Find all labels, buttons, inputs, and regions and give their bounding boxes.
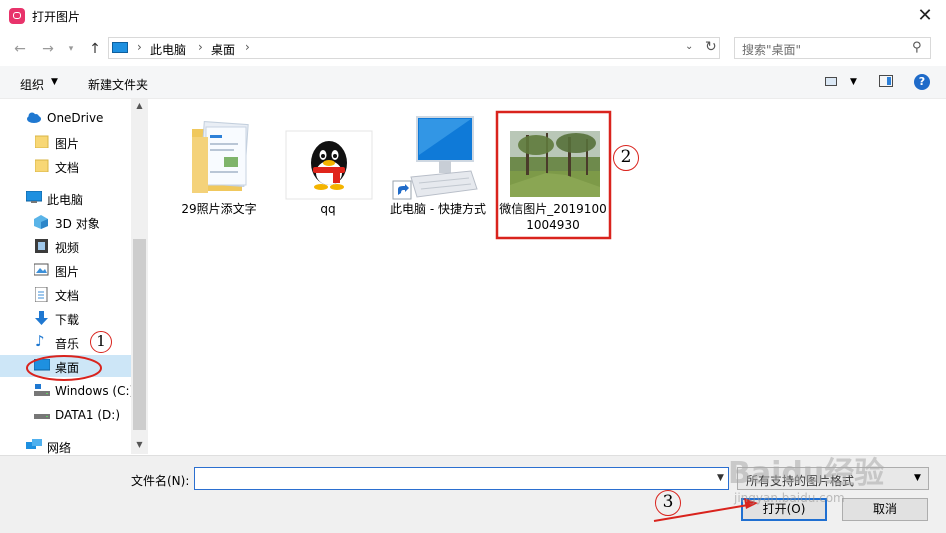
annotation-marker-1: 1 [90,331,112,353]
annotation-marker-2: 2 [613,145,639,171]
annotation-box-photo [495,110,612,240]
annotation-circle-desktop [26,355,102,381]
watermark-brand: Baidu经验 [728,456,885,491]
annotation-marker-3: 3 [655,490,681,516]
watermark-url: jingyan.baidu.com [734,491,845,505]
